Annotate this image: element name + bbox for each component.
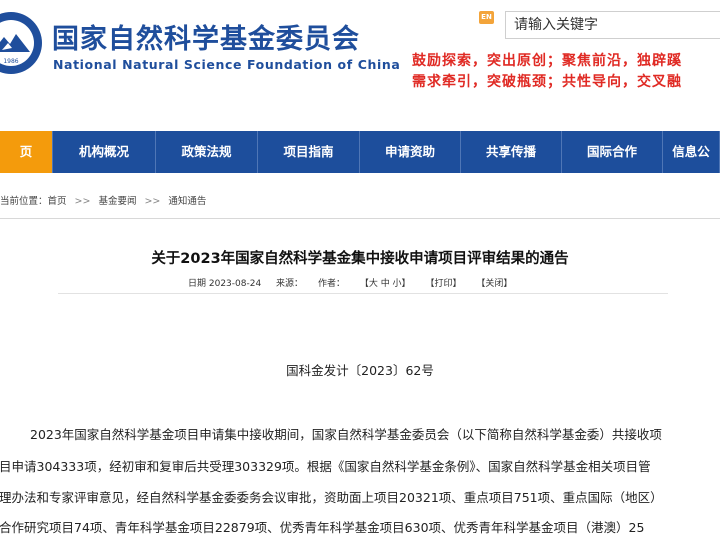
english-site-button[interactable]: EN <box>479 11 494 24</box>
nav-about[interactable]: 机构概况 <box>53 131 156 173</box>
article-author: 作者： <box>317 279 345 289</box>
font-size-control[interactable]: 【大 中 小】 <box>360 276 411 289</box>
body-line-1: 2023年国家自然科学基金项目申请集中接收期间，国家自然科学基金委员会（以下简称… <box>30 427 662 442</box>
nav-apply[interactable]: 申请资助 <box>360 131 461 173</box>
site-title-en[interactable]: National Natural Science Foundation of C… <box>53 57 400 72</box>
logo-year: 1986 <box>3 58 18 65</box>
article-title: 关于2023年国家自然科学基金集中接收申请项目评审结果的通告 <box>151 251 569 267</box>
nav-info[interactable]: 信息公 <box>663 131 720 173</box>
body-line-3: 理办法和专家评审意见，经自然科学基金委委务会议审批，资助面上项目20321项、重… <box>0 490 663 505</box>
nav-share[interactable]: 共享传播 <box>461 131 562 173</box>
nsfc-logo[interactable]: 1986 <box>0 10 44 76</box>
breadcrumb-divider <box>0 218 720 219</box>
search-input[interactable]: 请输入关键字 <box>505 11 720 39</box>
main-nav: 页 机构概况 政策法规 项目指南 申请资助 共享传播 国际合作 信息公 <box>0 131 720 173</box>
nav-international[interactable]: 国际合作 <box>562 131 663 173</box>
slogan-line-2: 需求牵引，突破瓶颈；共性导向，交叉融 <box>412 74 682 90</box>
print-button[interactable]: 【打印】 <box>425 276 461 289</box>
site-title-cn[interactable]: 国家自然科学基金委员会 <box>52 17 360 56</box>
page: 1986 国家自然科学基金委员会 National Natural Scienc… <box>0 0 720 540</box>
breadcrumb-prefix: 当前位置： <box>0 196 48 207</box>
breadcrumb-home[interactable]: 首页 <box>48 193 67 207</box>
document-number: 国科金发计〔2023〕62号 <box>286 363 434 378</box>
breadcrumb: 当前位置：首页 >> 基金要闻 >> 通知通告 <box>0 193 206 207</box>
article-source: 来源： <box>276 279 304 289</box>
site-header: 1986 国家自然科学基金委员会 National Natural Scienc… <box>0 0 720 104</box>
nav-guide[interactable]: 项目指南 <box>258 131 360 173</box>
body-line-2: 目申请304333项，经初审和复审后共受理303329项。根据《国家自然科学基金… <box>0 459 651 474</box>
slogan-line-1: 鼓励探索，突出原创；聚焦前沿，独辟蹊 <box>412 53 682 69</box>
close-button[interactable]: 【关闭】 <box>476 276 512 289</box>
nav-policy[interactable]: 政策法规 <box>156 131 258 173</box>
breadcrumb-separator: >> <box>144 196 161 207</box>
nav-home[interactable]: 页 <box>0 131 53 173</box>
meta-divider <box>58 293 668 294</box>
article-meta: 日期 2023-08-24 来源： 作者： 【大 中 小】 【打印】 【关闭】 <box>188 276 524 289</box>
breadcrumb-separator: >> <box>74 196 91 207</box>
breadcrumb-news[interactable]: 基金要闻 <box>98 193 136 207</box>
body-line-4: 合作研究项目74项、青年科学基金项目22879项、优秀青年科学基金项目630项、… <box>0 520 645 535</box>
breadcrumb-notices[interactable]: 通知通告 <box>168 193 206 207</box>
article-date: 日期 2023-08-24 <box>188 279 262 289</box>
